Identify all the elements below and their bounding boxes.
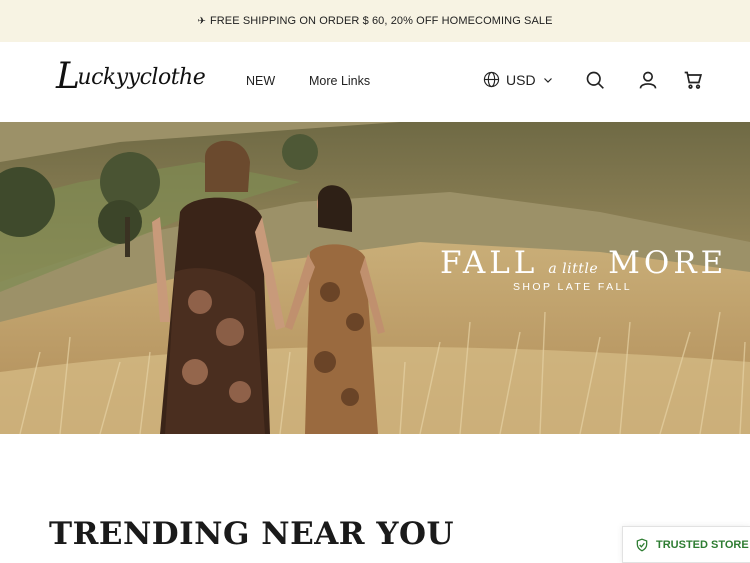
chevron-down-icon xyxy=(543,77,552,83)
hero-title-left: FALL xyxy=(440,245,539,281)
logo[interactable]: Luckyyclothe xyxy=(56,56,206,97)
hero-title: FALL a little MORE xyxy=(440,245,727,281)
hero-title-middle: a little xyxy=(548,261,599,277)
logo-initial: L xyxy=(56,56,80,97)
trusted-store-label: TRUSTED STORE xyxy=(656,538,749,551)
nav-link-new[interactable]: NEW xyxy=(246,74,275,88)
currency-selector[interactable]: USD xyxy=(483,71,554,88)
section-title: TRENDING NEAR YOU xyxy=(49,516,455,552)
currency-label: USD xyxy=(506,71,536,88)
shop-late-fall-link[interactable]: SHOP LATE FALL xyxy=(513,281,632,293)
site-header: Luckyyclothe NEW More Links USD xyxy=(0,42,750,122)
nav-link-more[interactable]: More Links xyxy=(309,74,370,88)
hero-title-right: MORE xyxy=(608,245,728,281)
cart-icon[interactable] xyxy=(683,70,705,92)
shield-check-icon xyxy=(636,537,648,552)
globe-icon xyxy=(483,71,500,88)
airplane-icon: ✈ xyxy=(197,15,206,27)
announcement-text: FREE SHIPPING ON ORDER $ 60, 20% OFF HOM… xyxy=(209,15,553,27)
hero-banner[interactable]: FALL a little MORE SHOP LATE FALL xyxy=(0,122,750,434)
trusted-store-badge[interactable]: TRUSTED STORE xyxy=(622,526,750,563)
logo-text: uckyyclothe xyxy=(77,65,206,90)
user-icon[interactable] xyxy=(638,70,660,92)
search-icon[interactable] xyxy=(585,70,607,92)
announcement-bar: ✈ FREE SHIPPING ON ORDER $ 60, 20% OFF H… xyxy=(0,0,750,42)
